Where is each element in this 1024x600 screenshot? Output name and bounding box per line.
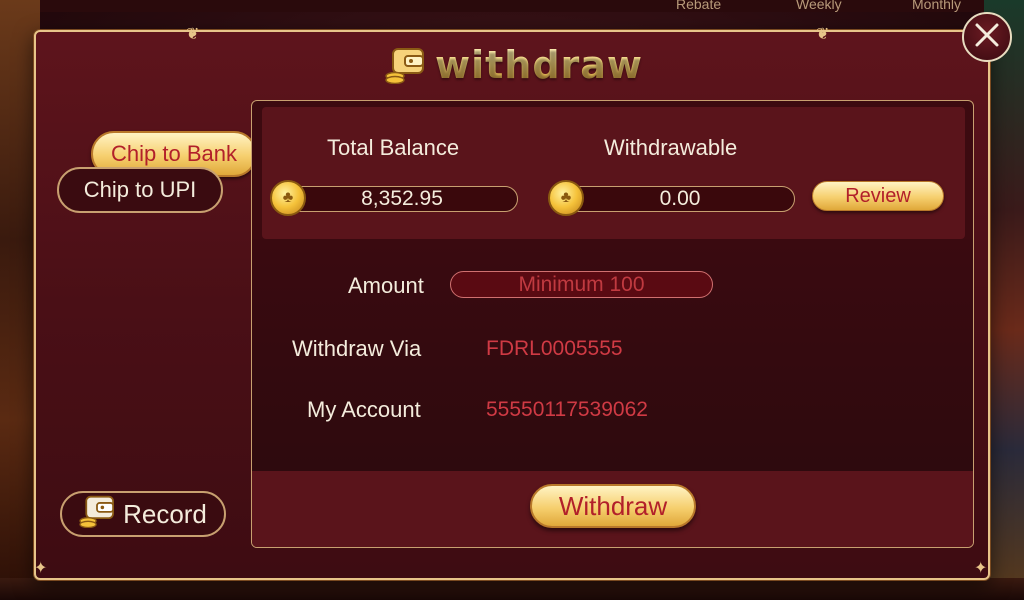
background-top-bar: Rebate Weekly Monthly — [0, 0, 1024, 12]
total-balance-value: 8,352.95 — [286, 186, 518, 212]
record-button[interactable]: Record — [60, 491, 226, 537]
amount-label: Amount — [348, 273, 424, 298]
amount-input[interactable] — [450, 271, 713, 298]
coin-icon: ♣ — [270, 180, 306, 216]
coin-icon: ♣ — [548, 180, 584, 216]
background-tab-weekly: Weekly — [796, 0, 842, 12]
wallet-icon — [385, 46, 425, 85]
tab-chip-to-upi[interactable]: Chip to UPI — [57, 167, 223, 213]
withdrawable-amount: 0.00 — [659, 187, 701, 210]
background-tab-monthly: Monthly — [912, 0, 962, 12]
dialog-title: withdraw — [434, 43, 644, 87]
close-button[interactable] — [962, 12, 1012, 62]
wallet-icon — [79, 494, 115, 535]
withdrawable-value: 0.00 — [565, 186, 795, 212]
total-balance-amount: 8,352.95 — [361, 187, 443, 210]
withdraw-via-label: Withdraw Via — [292, 336, 422, 361]
record-label: Record — [123, 498, 207, 529]
my-account-label: My Account — [307, 397, 421, 422]
close-icon — [974, 22, 1000, 53]
background-tab-rebate: Rebate — [676, 0, 722, 12]
withdraw-via-value: FDRL0005555 — [486, 337, 623, 360]
my-account-value: 55550117539062 — [486, 398, 648, 421]
background-bottom-bar — [0, 578, 1024, 600]
review-button[interactable]: Review — [812, 181, 944, 211]
withdraw-panel — [251, 100, 974, 548]
ornament-icon: ✦ — [34, 560, 48, 577]
background-right-scenery — [984, 0, 1024, 600]
balance-section — [262, 107, 965, 239]
withdraw-button[interactable]: Withdraw — [530, 484, 696, 528]
total-balance-label: Total Balance — [327, 135, 460, 160]
ornament-icon: ✦ — [974, 560, 988, 577]
withdrawable-label: Withdrawable — [604, 135, 738, 160]
dialog-header: withdraw — [36, 40, 992, 90]
